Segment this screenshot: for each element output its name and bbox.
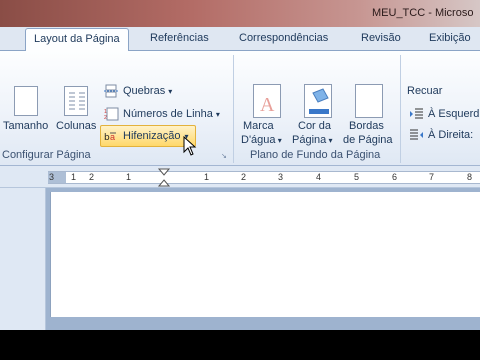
letterbox-bottom <box>0 330 480 360</box>
tab-layout-pagina[interactable]: Layout da Página <box>25 28 129 52</box>
screenshot-frame: MEU_TCC - Microso r Layout da Página Ref… <box>0 0 480 360</box>
indent-left-label: À Esquerd <box>428 108 480 120</box>
indent-left-icon <box>409 107 424 121</box>
indent-right-icon <box>409 128 424 142</box>
document-page[interactable] <box>50 192 480 317</box>
ruler-number: 3 <box>49 172 55 182</box>
ruler-number: 1 <box>126 172 132 182</box>
title-bar: MEU_TCC - Microso <box>0 0 480 27</box>
tab-correspondencias[interactable]: Correspondências <box>239 32 328 44</box>
quebras-label: Quebras <box>123 85 166 97</box>
group-separator <box>233 55 234 163</box>
window-title: MEU_TCC - Microso <box>372 7 474 19</box>
ribbon-tab-strip: r Layout da Página Referências Correspon… <box>0 27 480 52</box>
hifenizacao-button[interactable]: ba Hifenização ▾ <box>104 126 189 146</box>
vertical-ruler <box>0 188 46 330</box>
svg-text:A: A <box>260 94 275 116</box>
columns-icon <box>64 86 88 116</box>
indent-left-field[interactable]: À Esquerd <box>409 104 479 124</box>
group-label-configurar: Configurar Página <box>2 149 91 161</box>
ruler-number: 2 <box>89 172 95 182</box>
bordas-line1[interactable]: Bordas <box>349 120 384 133</box>
marca-dagua-line2: D'água <box>241 134 276 146</box>
tab-exibicao[interactable]: Exibição <box>429 32 471 44</box>
ruler-number: 8 <box>467 172 473 182</box>
chevron-down-icon: ▾ <box>326 136 333 145</box>
ruler-number: 2 <box>241 172 247 182</box>
ribbon: Tamanho Colunas Quebras ▾ 1 2 Números de… <box>0 51 480 166</box>
cor-pagina-button[interactable]: Página ▾ <box>292 134 333 147</box>
document-workspace <box>0 188 480 330</box>
columns-lines-icon <box>69 92 85 110</box>
ruler-number: 3 <box>278 172 284 182</box>
marca-dagua-button[interactable]: D'água ▾ <box>241 134 282 147</box>
ruler-number: 5 <box>354 172 360 182</box>
marca-dagua-line1[interactable]: Marca <box>243 120 274 133</box>
numeros-linha-label: Números de Linha <box>123 108 213 120</box>
cor-pagina-line2: Página <box>292 134 327 146</box>
page-size-icon <box>14 86 38 116</box>
line-numbers-icon: 12 <box>104 107 119 121</box>
indent-right-field[interactable]: À Direita: <box>409 125 473 145</box>
bordas-line2[interactable]: de Página <box>343 134 393 147</box>
tamanho-button[interactable]: Tamanho <box>3 120 48 133</box>
chevron-down-icon: ▾ <box>275 136 282 145</box>
tab-revisao[interactable]: Revisão <box>361 32 401 44</box>
page-borders-icon <box>355 84 383 118</box>
chevron-down-icon: ▾ <box>215 109 220 119</box>
ruler-strip <box>48 171 480 184</box>
horizontal-ruler[interactable]: 3 1 2 1 1 2 3 4 5 6 7 8 <box>0 166 480 188</box>
breaks-icon <box>104 84 119 98</box>
group-separator <box>400 55 401 163</box>
mouse-pointer-icon <box>183 136 197 156</box>
recuar-label: Recuar <box>407 85 443 97</box>
ruler-number: 6 <box>392 172 398 182</box>
chevron-down-icon: ▾ <box>168 86 173 96</box>
indent-marker-icon[interactable] <box>158 168 170 188</box>
ruler-number: 1 <box>71 172 77 182</box>
svg-text:2: 2 <box>104 115 107 121</box>
ruler-number: 4 <box>316 172 322 182</box>
numeros-linha-button[interactable]: 12 Números de Linha ▾ <box>104 104 220 124</box>
group-label-plano-fundo: Plano de Fundo da Página <box>250 149 381 161</box>
colunas-button[interactable]: Colunas <box>56 120 96 133</box>
hifenizacao-label: Hifenização <box>123 130 181 142</box>
dialog-launcher-icon[interactable]: ↘ <box>221 152 227 160</box>
ruler-number: 7 <box>429 172 435 182</box>
hyphenation-icon: ba <box>104 129 119 143</box>
watermark-icon: A <box>253 84 281 118</box>
indent-right-label: À Direita: <box>428 129 474 141</box>
page-color-icon <box>304 84 332 118</box>
ruler-number: 1 <box>204 172 210 182</box>
quebras-button[interactable]: Quebras ▾ <box>104 81 172 101</box>
tab-referencias[interactable]: Referências <box>150 32 209 44</box>
cor-pagina-line1[interactable]: Cor da <box>298 120 331 133</box>
